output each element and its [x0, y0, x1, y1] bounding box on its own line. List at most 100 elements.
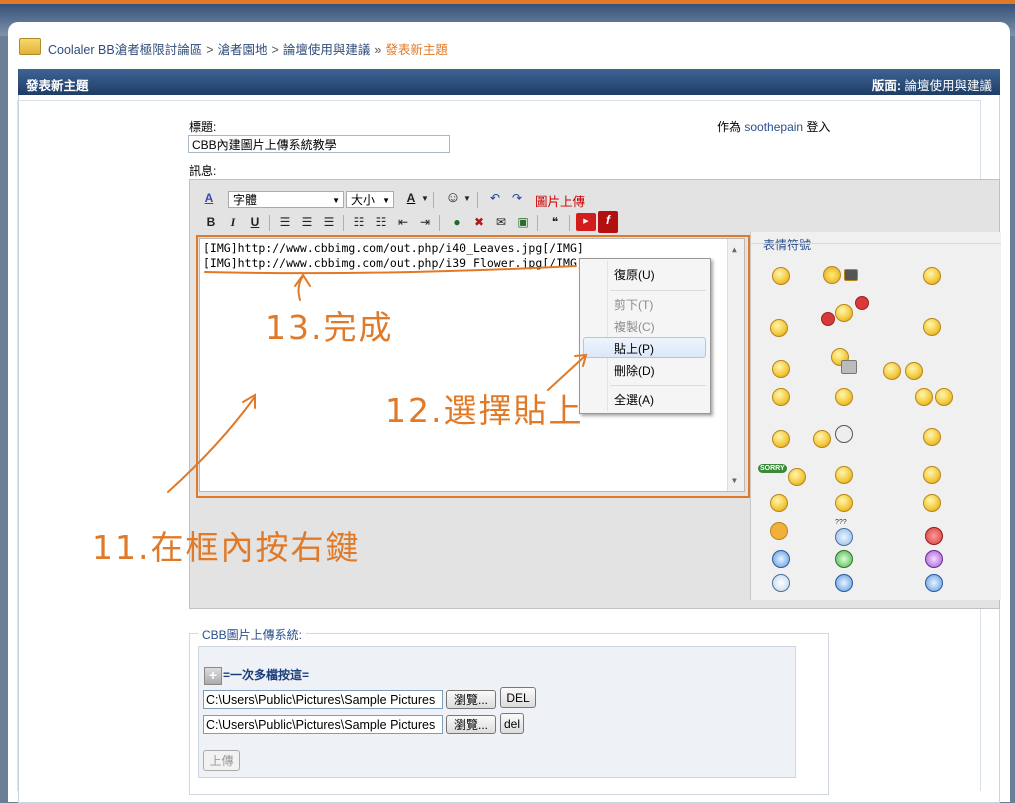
- emoticon-icon[interactable]: [821, 312, 835, 326]
- font-select[interactable]: 字體 ▼: [228, 191, 344, 208]
- emoticon-icon[interactable]: [835, 574, 853, 592]
- emoticon-icon[interactable]: [835, 304, 853, 322]
- browse-button[interactable]: 瀏覽...: [446, 715, 496, 734]
- file-path-input[interactable]: C:\Users\Public\Pictures\Sample Pictures: [203, 690, 443, 709]
- redo-icon[interactable]: ↷: [508, 189, 526, 207]
- emoticon-icon[interactable]: [813, 430, 831, 448]
- insert-image-icon[interactable]: ▣: [514, 213, 532, 231]
- breadcrumb-item-forum[interactable]: Coolaler BB滄者極限討論區: [48, 43, 202, 57]
- emoticon-icon[interactable]: [835, 466, 853, 484]
- unordered-list-icon[interactable]: ☷: [372, 213, 390, 231]
- emoticon-icon[interactable]: [915, 388, 933, 406]
- bold-button[interactable]: B: [202, 213, 220, 231]
- upload-legend: CBB圖片上傳系統:: [198, 626, 307, 643]
- chevron-down-icon[interactable]: ▼: [420, 190, 430, 208]
- email-icon[interactable]: ✉: [492, 213, 510, 231]
- forum-prefix: 版面:: [871, 79, 901, 93]
- login-info: 作為 soothepain 登入: [717, 118, 830, 135]
- emoticon-icon[interactable]: [905, 362, 923, 380]
- emoticon-icon[interactable]: [772, 267, 790, 285]
- underline-button[interactable]: U: [246, 213, 264, 231]
- file-path-input[interactable]: C:\Users\Public\Pictures\Sample Pictures: [203, 715, 443, 734]
- undo-icon[interactable]: ↶: [486, 189, 504, 207]
- emoticon-icon[interactable]: [925, 550, 943, 568]
- emoticon-icon[interactable]: [923, 267, 941, 285]
- ordered-list-icon[interactable]: ☷: [350, 213, 368, 231]
- breadcrumb-separator: >: [206, 43, 214, 57]
- emoticon-icon[interactable]: [923, 428, 941, 446]
- menu-item-paste[interactable]: 貼上(P): [614, 340, 654, 357]
- sorry-emoticon-label[interactable]: SORRY: [758, 464, 787, 473]
- toolbar-divider: [269, 215, 270, 231]
- emoticon-icon[interactable]: [772, 430, 790, 448]
- breadcrumb-item-board[interactable]: 論壇使用與建議: [283, 43, 371, 57]
- top-accent-strip: [0, 0, 1015, 4]
- align-left-icon[interactable]: ☰: [276, 213, 294, 231]
- emoticon-icon[interactable]: [835, 550, 853, 568]
- emoticon-icon[interactable]: [788, 468, 806, 486]
- upload-button[interactable]: 上傳: [203, 750, 240, 771]
- delete-file-button[interactable]: DEL: [500, 687, 536, 708]
- emoticon-icon[interactable]: [835, 388, 853, 406]
- indent-icon[interactable]: ⇥: [416, 213, 434, 231]
- menu-item-undo[interactable]: 復原(U): [614, 266, 655, 283]
- remove-format-icon[interactable]: A: [200, 189, 218, 207]
- emoticon-icon[interactable]: [844, 269, 858, 281]
- emoticon-icon[interactable]: [772, 574, 790, 592]
- italic-button[interactable]: I: [224, 213, 242, 231]
- align-right-icon[interactable]: ☰: [320, 213, 338, 231]
- emoticon-icon[interactable]: [925, 527, 943, 545]
- upload-panel: + =一次多檔按這= C:\Users\Public\Pictures\Samp…: [198, 646, 796, 778]
- quote-icon[interactable]: ❝: [546, 213, 564, 231]
- emoticon-icon[interactable]: [772, 550, 790, 568]
- unlink-icon[interactable]: ✖: [470, 213, 488, 231]
- menu-item-cut: 剪下(T): [614, 298, 654, 312]
- emoticon-icon[interactable]: [770, 522, 788, 540]
- emoticon-panel: 表情符號 SORRY ???: [750, 232, 1001, 600]
- youtube-icon[interactable]: ▶: [576, 213, 596, 231]
- menu-item-delete[interactable]: 刪除(D): [614, 362, 655, 379]
- breadcrumb-item-area[interactable]: 滄者園地: [218, 43, 268, 57]
- align-center-icon[interactable]: ☰: [298, 213, 316, 231]
- menu-separator: [610, 290, 706, 291]
- login-suffix: 登入: [806, 120, 831, 134]
- insert-link-icon[interactable]: ●: [448, 213, 466, 231]
- emoticon-icon[interactable]: [841, 360, 857, 374]
- forum-name[interactable]: 論壇使用與建議: [904, 79, 992, 93]
- emoticon-icon[interactable]: [835, 528, 853, 546]
- emoticon-icon[interactable]: [923, 466, 941, 484]
- emoticon-icon[interactable]: [772, 360, 790, 378]
- chevron-down-icon[interactable]: ▼: [462, 190, 472, 208]
- chevron-down-icon: ▼: [332, 196, 340, 205]
- menu-item-select-all[interactable]: 全選(A): [614, 391, 654, 408]
- page-title: 發表新主題: [26, 79, 89, 93]
- emoticon-icon[interactable]: [823, 266, 841, 284]
- emoticon-icon[interactable]: [923, 494, 941, 512]
- emoticon-icon[interactable]: [935, 388, 953, 406]
- flash-icon[interactable]: f: [598, 211, 618, 233]
- emoticon-icon[interactable]: [770, 319, 788, 337]
- delete-file-button[interactable]: del: [500, 713, 524, 734]
- size-select-value: 大小: [351, 193, 376, 207]
- size-select[interactable]: 大小 ▼: [346, 191, 394, 208]
- smiley-icon[interactable]: ☺: [444, 189, 462, 207]
- annotation-step11: 11.在框內按右鍵: [92, 528, 361, 567]
- text-color-button[interactable]: A: [402, 189, 420, 207]
- emoticon-icon[interactable]: [855, 296, 869, 310]
- emoticon-icon[interactable]: [770, 494, 788, 512]
- breadcrumb-separator: >: [271, 43, 279, 57]
- emoticon-icon[interactable]: [923, 318, 941, 336]
- subject-input[interactable]: CBB內建圖片上傳系統教學: [188, 135, 450, 153]
- login-user-link[interactable]: soothepain: [744, 120, 803, 134]
- browse-button[interactable]: 瀏覽...: [446, 690, 496, 709]
- add-file-icon[interactable]: +: [204, 667, 222, 685]
- emoticon-icon[interactable]: [925, 574, 943, 592]
- emoticon-icon[interactable]: [835, 425, 853, 443]
- emoticon-icon[interactable]: [883, 362, 901, 380]
- emoticon-icon[interactable]: [835, 494, 853, 512]
- image-upload-link[interactable]: 圖片上傳: [535, 191, 585, 210]
- toolbar-divider: [439, 215, 440, 231]
- emoticon-icon[interactable]: [772, 388, 790, 406]
- multi-upload-link[interactable]: =一次多檔按這=: [223, 666, 309, 683]
- outdent-icon[interactable]: ⇤: [394, 213, 412, 231]
